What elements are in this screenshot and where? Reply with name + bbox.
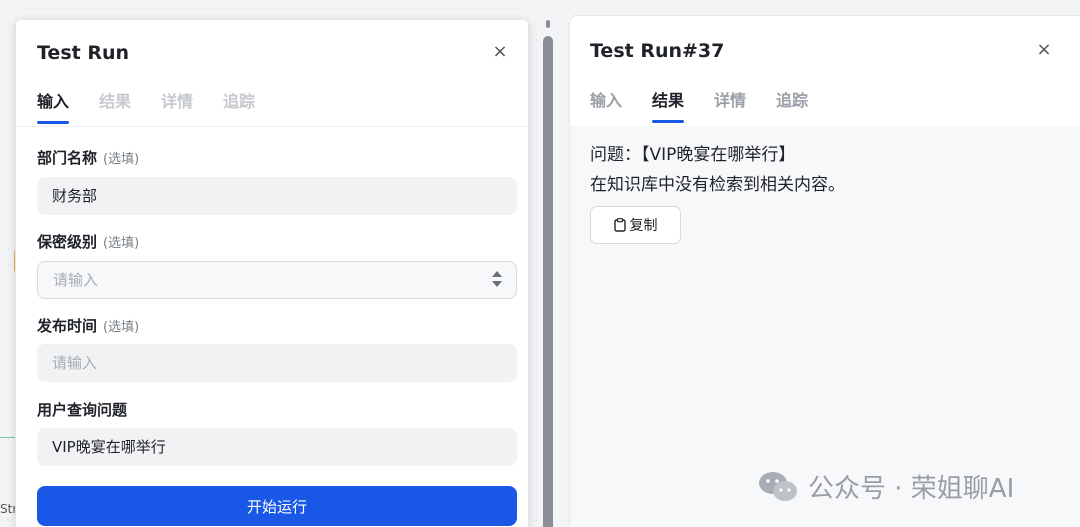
canvas-node-label: Str	[0, 502, 18, 516]
tab-bar: 输入 结果 详情 追踪	[590, 87, 838, 123]
tab-bar: 输入 结果 详情 追踪	[37, 88, 285, 124]
secret-level-select[interactable]	[37, 261, 517, 299]
tab-details[interactable]: 详情	[714, 87, 746, 123]
tab-input[interactable]: 输入	[590, 87, 622, 123]
tab-trace[interactable]: 追踪	[223, 88, 255, 124]
optional-hint: (选填)	[103, 236, 140, 251]
watermark: 公众号 · 荣姐聊AI	[758, 468, 1014, 505]
dept-input[interactable]	[37, 177, 517, 215]
tab-input[interactable]: 输入	[37, 88, 70, 124]
result-message: 在知识库中没有检索到相关内容。	[590, 175, 845, 195]
publish-time-label: 发布时间 (选填)	[37, 317, 140, 335]
canvas-edge-line	[0, 437, 16, 438]
tab-details[interactable]: 详情	[161, 88, 193, 124]
close-icon[interactable]: ×	[1034, 40, 1054, 60]
wechat-icon	[758, 470, 798, 504]
clipboard-icon	[613, 218, 626, 232]
panel-title: Test Run	[37, 42, 130, 64]
panel-splitter[interactable]	[543, 36, 553, 527]
splitter-handle[interactable]	[546, 20, 550, 28]
copy-button[interactable]: 复制	[590, 206, 681, 244]
question-input[interactable]	[37, 428, 517, 466]
optional-hint: (选填)	[103, 152, 140, 167]
test-run-input-panel: Test Run × 输入 结果 详情 追踪 部门名称(选填) 保密级别(选填)…	[16, 20, 528, 527]
select-stepper-icon[interactable]	[491, 270, 503, 288]
start-run-button[interactable]: 开始运行	[37, 486, 517, 526]
divider	[16, 126, 528, 127]
tab-result[interactable]: 结果	[652, 87, 685, 123]
secret-level-label: 保密级别 (选填)	[37, 233, 140, 251]
question-label: 用户查询问题	[37, 401, 128, 419]
tab-result[interactable]: 结果	[99, 88, 131, 124]
tab-trace[interactable]: 追踪	[776, 87, 808, 123]
close-icon[interactable]: ×	[490, 42, 510, 62]
result-header: Test Run#37 × 输入 结果 详情 追踪	[570, 16, 1080, 126]
dept-label: 部门名称 (选填)	[37, 149, 140, 167]
result-question: 问题：【VIP晚宴在哪举行】	[590, 145, 796, 165]
secret-level-input[interactable]	[37, 261, 517, 299]
publish-time-input[interactable]	[37, 344, 517, 382]
copy-label: 复制	[629, 218, 658, 234]
watermark-text: 公众号 · 荣姐聊AI	[808, 474, 1015, 504]
optional-hint: (选填)	[103, 320, 140, 335]
test-run-result-panel: Test Run#37 × 输入 结果 详情 追踪 问题：【VIP晚宴在哪举行】…	[570, 16, 1080, 527]
panel-title: Test Run#37	[590, 40, 725, 62]
